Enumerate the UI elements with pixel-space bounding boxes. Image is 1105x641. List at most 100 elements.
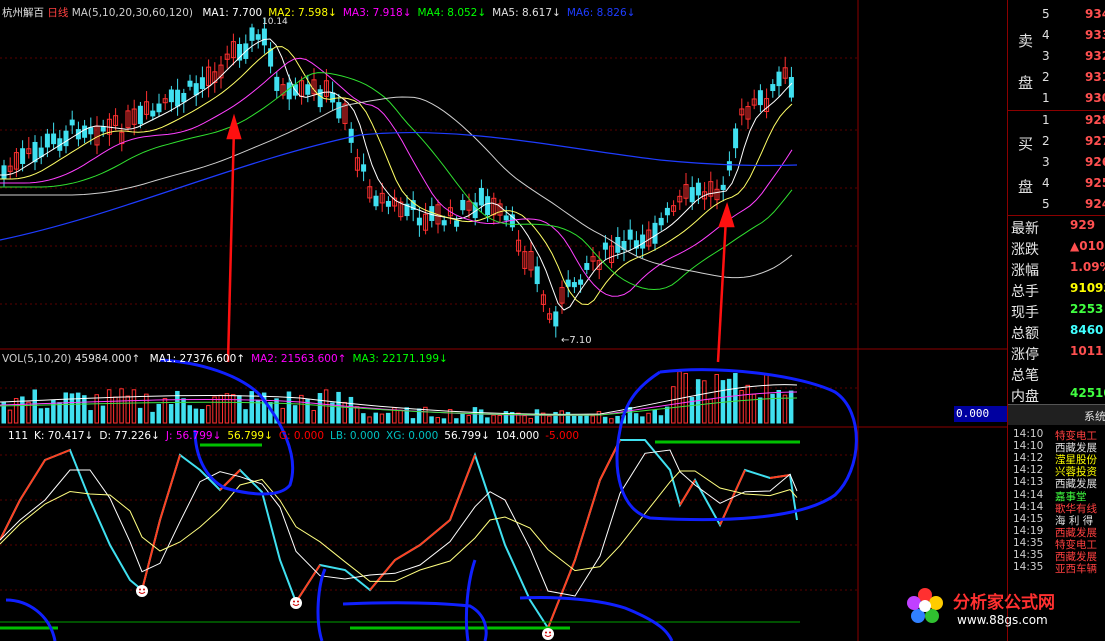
quote-label: 现手: [1011, 305, 1039, 321]
candle-body: [460, 199, 466, 211]
volume-bar: [410, 418, 416, 424]
candle-body: [602, 242, 608, 250]
candle-body: [305, 84, 311, 95]
news-header-bar[interactable]: 系统: [1008, 404, 1105, 425]
buy-order-row[interactable]: 1928: [1008, 113, 1105, 134]
sell-order-row[interactable]: 3 932: [1008, 49, 1105, 70]
order-level: 1: [1042, 113, 1050, 127]
candle-body: [336, 102, 342, 119]
volume-bar: [137, 407, 143, 424]
volume-bar: [100, 405, 106, 424]
volume-bar: [652, 409, 657, 424]
news-item[interactable]: 14:35 西藏发展: [1008, 549, 1105, 563]
candle-body: [348, 128, 354, 143]
quote-row: 总手 91093: [1008, 281, 1105, 302]
candle-body: [137, 105, 143, 125]
news-time: 14:14: [1013, 500, 1044, 513]
candle-body: [454, 220, 460, 227]
quote-value: 8460: [1070, 323, 1104, 337]
order-price: 926: [1085, 155, 1105, 169]
ma-legend-item: MA2: 7.598↓: [268, 7, 337, 19]
order-level: 3: [1042, 155, 1050, 169]
volume-bar: [193, 408, 199, 424]
kdj-legend-item: 111: [8, 430, 29, 442]
candle-body: [726, 161, 732, 171]
news-item[interactable]: 14:14 歌华有线: [1008, 500, 1105, 515]
news-time: 14:12: [1013, 452, 1044, 465]
candle-body: [44, 133, 50, 148]
quote-label: 内盘: [1011, 389, 1039, 405]
quote-row: 总额 8460: [1008, 323, 1105, 344]
candle-body: [788, 77, 794, 98]
candle-body: [69, 119, 75, 126]
ma-legend-item: MA3: 7.918↓: [342, 7, 412, 19]
order-price: 932: [1085, 49, 1105, 63]
volume-bar: [243, 409, 248, 424]
order-price: 925: [1085, 176, 1105, 190]
buy-order-row[interactable]: 3 926: [1008, 155, 1105, 176]
volume-bar: [441, 418, 447, 424]
volume-bar: [187, 405, 192, 424]
volume-bar: [373, 412, 378, 424]
quote-row: 涨跌 ▲010: [1008, 239, 1105, 260]
news-item[interactable]: 14:10 特变电工: [1008, 428, 1105, 442]
candle-body: [416, 217, 422, 226]
quote-row: 总笔: [1008, 365, 1105, 386]
candle-body: [150, 110, 156, 117]
quote-label: 总手: [1011, 284, 1039, 300]
news-item[interactable]: 14:12 滢星股份: [1008, 452, 1105, 466]
candle-body: [627, 229, 633, 240]
news-item[interactable]: 14:13 西藏发展: [1008, 476, 1105, 490]
sell-label-2: 盘: [1018, 74, 1034, 92]
news-time: 14:13: [1013, 476, 1044, 489]
candle-body: [193, 83, 199, 96]
volume-bar: [776, 389, 781, 424]
news-time: 14:14: [1013, 488, 1044, 501]
volume-bar: [168, 403, 174, 424]
quote-panel: 59344933393229311930 卖 盘 192829273926492…: [1007, 0, 1105, 641]
kdj-legend: 111 K: 70.417↓ D: 77.226↓ J: 56.799↓ 56.799↓…: [2, 430, 579, 442]
candle-body: [286, 82, 292, 100]
volume-bar: [664, 406, 670, 424]
ma-legend-item: MA1: 7.700: [202, 7, 263, 19]
quote-label: 总笔: [1011, 368, 1039, 384]
watermark-url: www.88gs.com: [957, 613, 1048, 627]
sell-order-row[interactable]: 5 934: [1008, 7, 1105, 28]
order-level: 2: [1042, 70, 1050, 84]
candle-body: [584, 263, 590, 270]
order-level: 5: [1042, 7, 1050, 21]
volume-bar: [38, 408, 44, 424]
quote-value: 2253: [1070, 302, 1104, 316]
quote-label: 最新: [1011, 221, 1039, 237]
news-item[interactable]: 14:15 海 利 得: [1008, 513, 1105, 527]
volume-bar: [255, 399, 261, 424]
volume-bar: [454, 418, 459, 424]
volume-bar: [75, 392, 81, 424]
candle-body: [261, 28, 267, 46]
news-time: 14:19: [1013, 524, 1044, 537]
volume-bar: [640, 416, 645, 424]
watermark-logo: 分析家公式网 www.88gs.com: [905, 580, 1055, 635]
volume-bar: [534, 409, 540, 424]
news-item[interactable]: 14:12 兴蓉投资: [1008, 464, 1105, 478]
candle-body: [441, 220, 447, 226]
kdj-legend-item: XG: 0.000: [386, 430, 439, 442]
sell-order-row[interactable]: 1930: [1008, 91, 1105, 112]
news-item[interactable]: 14:19 西藏发展: [1008, 524, 1105, 539]
chart-area[interactable]: ←7.10 10.14: [0, 0, 1105, 641]
volume-bar: [32, 389, 37, 424]
news-item[interactable]: 14:14 嘉事堂: [1008, 488, 1105, 503]
volume-bar: [150, 411, 155, 424]
news-item[interactable]: 14:35 特变电工: [1008, 537, 1105, 551]
news-time: 14:10: [1013, 440, 1044, 453]
volume-bar: [633, 413, 639, 424]
candle-body: [695, 182, 701, 196]
ma-legend-item: MA5: 8.617↓: [492, 7, 561, 19]
news-item[interactable]: 14:35 亚西车辆: [1008, 561, 1105, 575]
kdj-legend-item: LB: 0.000: [330, 430, 380, 442]
kdj-legend-item: 56.799↓: [227, 430, 273, 442]
news-item[interactable]: 14:10 西藏发展: [1008, 440, 1105, 454]
candle-body: [776, 71, 782, 87]
candle-body: [553, 311, 559, 327]
news-time: 14:12: [1013, 464, 1044, 477]
